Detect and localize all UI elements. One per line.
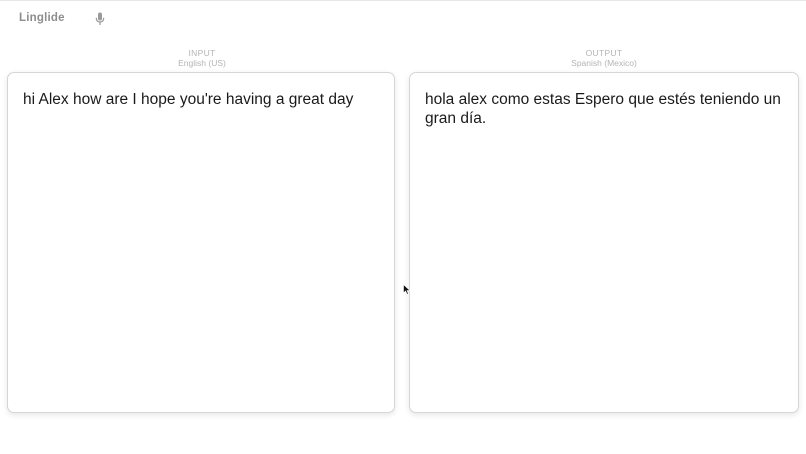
input-text[interactable]: hi Alex how are I hope you're having a g…	[23, 90, 380, 109]
input-language-selector[interactable]: English (US)	[7, 58, 397, 68]
input-role-label: INPUT	[188, 48, 216, 58]
output-header: OUTPUT Spanish (Mexico)	[409, 48, 799, 68]
app-logo: Linglide	[19, 12, 65, 24]
input-panel[interactable]: hi Alex how are I hope you're having a g…	[7, 72, 395, 413]
output-language-selector[interactable]: Spanish (Mexico)	[409, 58, 799, 68]
input-header: INPUT English (US)	[7, 48, 397, 68]
output-panel: hola alex como estas Espero que estés te…	[409, 72, 799, 413]
output-text: hola alex como estas Espero que estés te…	[425, 91, 786, 127]
output-role-label: OUTPUT	[585, 48, 623, 58]
microphone-icon[interactable]	[95, 12, 105, 26]
mouse-pointer-icon	[403, 282, 411, 295]
top-bar: Linglide	[0, 1, 806, 37]
